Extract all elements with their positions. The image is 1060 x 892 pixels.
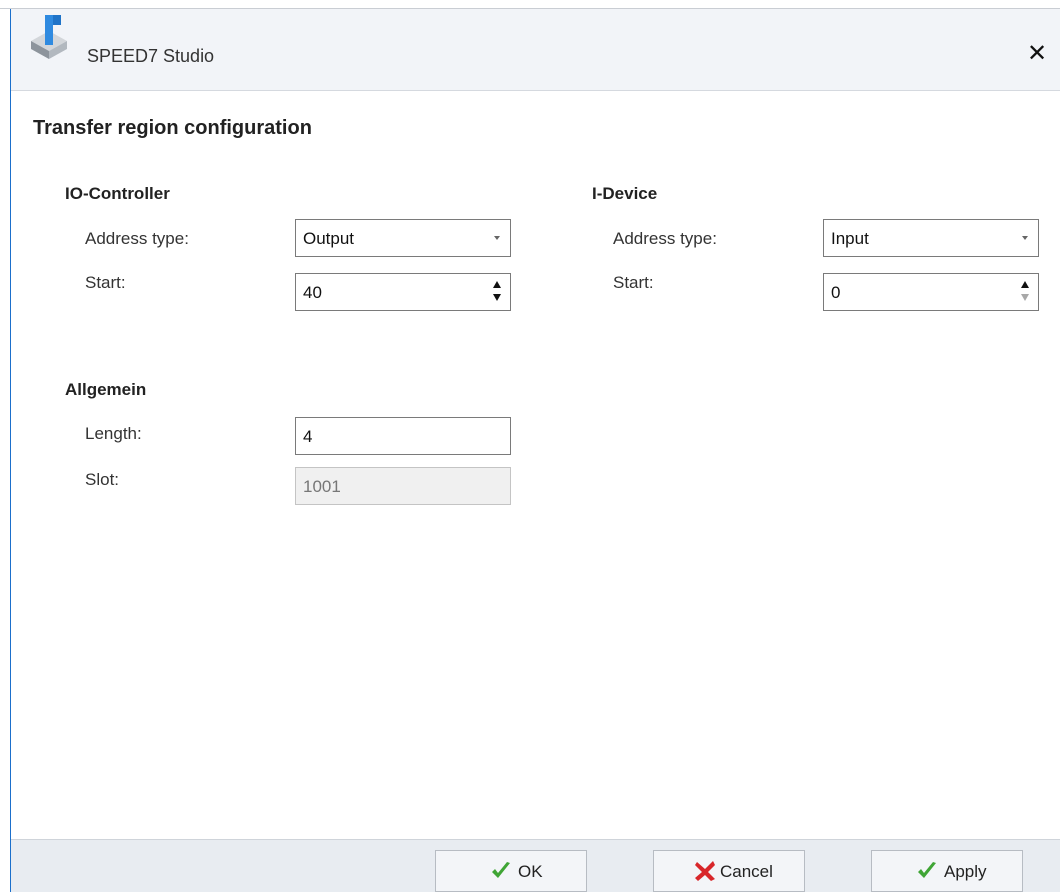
- close-icon: ✕: [1026, 40, 1048, 67]
- page-title: Transfer region configuration: [33, 117, 312, 139]
- general-heading: Allgemein: [65, 380, 147, 399]
- spin-down-icon[interactable]: [493, 294, 501, 301]
- dialog-window: SPEED7 Studio ✕ Transfer region configur…: [10, 9, 1060, 892]
- ok-label: OK: [518, 862, 543, 881]
- slot-label: Slot:: [85, 470, 120, 489]
- cancel-button[interactable]: Cancel: [653, 850, 805, 892]
- chevron-down-icon: [494, 236, 500, 240]
- io-controller-address-type-value: Output: [303, 229, 355, 248]
- x-icon: [695, 861, 715, 881]
- io-controller-address-type-select[interactable]: Output: [295, 219, 511, 257]
- spin-down-icon[interactable]: [1021, 294, 1029, 301]
- slot-field: 1001: [295, 467, 511, 505]
- check-icon: [492, 862, 510, 878]
- title-bar: SPEED7 Studio ✕: [11, 9, 1060, 91]
- chevron-down-icon: [1022, 236, 1028, 240]
- check-icon: [918, 862, 936, 878]
- spin-buttons: [490, 279, 504, 305]
- i-device-address-type-select[interactable]: Input: [823, 219, 1039, 257]
- button-bar: OK Cancel Apply: [11, 839, 1060, 892]
- slot-value: 1001: [303, 477, 341, 496]
- apply-button[interactable]: Apply: [871, 850, 1023, 892]
- spin-up-icon[interactable]: [493, 281, 501, 288]
- apply-label: Apply: [944, 862, 987, 881]
- speed7-app-icon: [31, 15, 67, 59]
- window-title: SPEED7 Studio: [87, 46, 215, 66]
- i-device-address-type-value: Input: [831, 229, 869, 248]
- io-controller-start-value: 40: [303, 283, 322, 302]
- i-device-start-value: 0: [831, 283, 841, 302]
- ok-button[interactable]: OK: [435, 850, 587, 892]
- i-device-start-label: Start:: [613, 273, 654, 292]
- close-button[interactable]: ✕: [1022, 39, 1052, 69]
- i-device-start-stepper[interactable]: 0: [823, 273, 1039, 311]
- io-controller-start-stepper[interactable]: 40: [295, 273, 511, 311]
- io-controller-heading: IO-Controller: [65, 184, 170, 203]
- io-controller-start-label: Start:: [85, 273, 126, 292]
- spin-buttons: [1018, 279, 1032, 305]
- i-device-heading: I-Device: [592, 184, 658, 203]
- io-controller-address-type-label: Address type:: [85, 229, 189, 248]
- length-label: Length:: [85, 424, 142, 443]
- cancel-label: Cancel: [720, 862, 773, 881]
- i-device-address-type-label: Address type:: [613, 229, 717, 248]
- length-input[interactable]: 4: [295, 417, 511, 455]
- spin-up-icon[interactable]: [1021, 281, 1029, 288]
- length-value: 4: [303, 427, 313, 446]
